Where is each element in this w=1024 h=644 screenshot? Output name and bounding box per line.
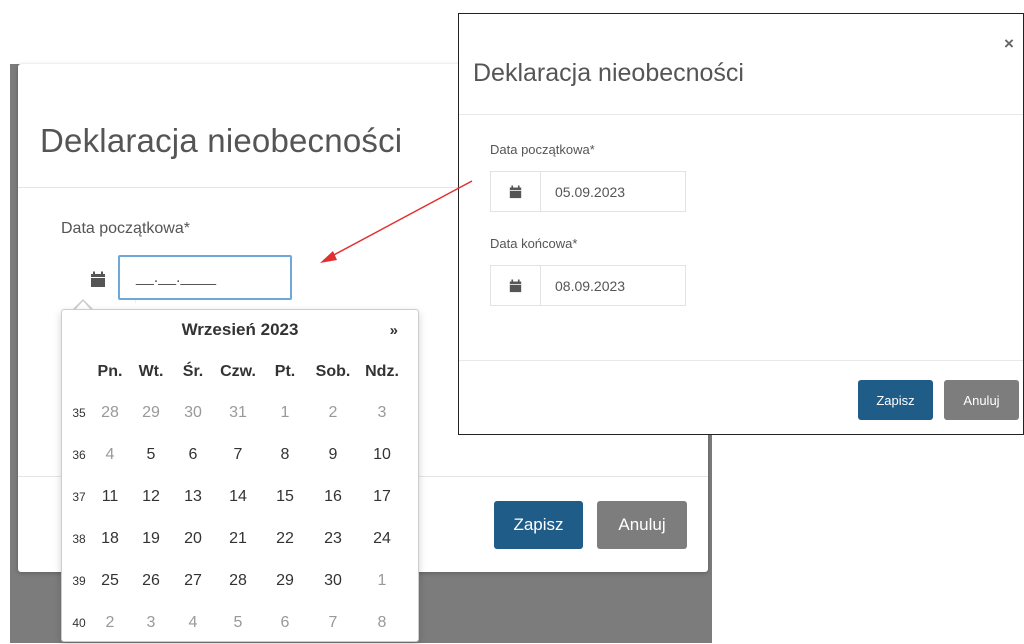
footer-divider [459,360,1023,361]
datepicker-day[interactable]: 8 [358,602,406,644]
datepicker-day[interactable]: 13 [172,476,214,518]
weekday-header: Ndz. [365,363,399,380]
week-number: 39 [72,574,86,588]
datepicker-day[interactable]: 16 [308,476,358,518]
weekday-header: Wt. [138,363,164,380]
end-date-label: Data końcowa* [490,236,578,251]
weekday-header: Sob. [315,363,351,380]
start-date-label: Data początkowa* [61,220,190,237]
datepicker-popup: Wrzesień 2023 » Pn. Wt. Śr. Czw. Pt. Sob… [61,309,419,642]
datepicker-day[interactable]: 9 [308,434,358,476]
modal-title: Deklaracja nieobecności [40,122,403,159]
datepicker-month-label[interactable]: Wrzesień 2023 [62,320,418,340]
start-date-input[interactable]: 05.09.2023 [541,172,685,211]
datepicker-day[interactable]: 18 [90,518,130,560]
datepicker-day[interactable]: 30 [172,392,214,434]
datepicker-day[interactable]: 2 [90,602,130,644]
datepicker-day[interactable]: 31 [214,392,262,434]
save-button[interactable]: Zapisz [494,501,583,549]
weekday-header: Czw. [220,363,256,380]
datepicker-day[interactable]: 4 [172,602,214,644]
datepicker-day[interactable]: 8 [262,434,308,476]
datepicker-day[interactable]: 14 [214,476,262,518]
week-number: 40 [72,616,86,630]
datepicker-day[interactable]: 7 [214,434,262,476]
datepicker-week-row: 39 25 26 27 28 29 30 1 [68,560,406,602]
absence-modal-filled: Deklaracja nieobecności × Data początkow… [458,13,1024,435]
datepicker-day[interactable]: 23 [308,518,358,560]
week-number: 38 [72,532,86,546]
datepicker-day[interactable]: 19 [130,518,172,560]
datepicker-day[interactable]: 20 [172,518,214,560]
datepicker-day[interactable]: 28 [214,560,262,602]
calendar-icon [509,185,522,198]
datepicker-day[interactable]: 10 [358,434,406,476]
datepicker-day[interactable]: 25 [90,560,130,602]
datepicker-week-row: 36 4 5 6 7 8 9 10 [68,434,406,476]
datepicker-day[interactable]: 4 [90,434,130,476]
modal-title: Deklaracja nieobecności [473,59,744,87]
datepicker-week-row: 37 11 12 13 14 15 16 17 [68,476,406,518]
datepicker-grid: Pn. Wt. Śr. Czw. Pt. Sob. Ndz. 35 28 29 30 3… [68,352,406,644]
datepicker-day[interactable]: 7 [308,602,358,644]
datepicker-day[interactable]: 1 [262,392,308,434]
datepicker-days: 35 28 29 30 31 1 2 3 36 4 5 6 7 8 9 10 37 11 12 13 14 15 16 17 3… [68,392,406,644]
datepicker-week-row: 35 28 29 30 31 1 2 3 [68,392,406,434]
end-date-field: 08.09.2023 [490,265,686,306]
datepicker-day[interactable]: 2 [308,392,358,434]
close-icon[interactable]: × [1004,34,1014,54]
datepicker-day[interactable]: 17 [358,476,406,518]
end-date-input[interactable]: 08.09.2023 [541,266,685,305]
datepicker-day[interactable]: 5 [130,434,172,476]
datepicker-day[interactable]: 12 [130,476,172,518]
datepicker-day[interactable]: 11 [90,476,130,518]
weekday-header: Pt. [274,363,296,380]
datepicker-week-row: 38 18 19 20 21 22 23 24 [68,518,406,560]
datepicker-day[interactable]: 21 [214,518,262,560]
calendar-icon [91,271,105,287]
datepicker-day[interactable]: 30 [308,560,358,602]
datepicker-day[interactable]: 22 [262,518,308,560]
start-date-field: 05.09.2023 [490,171,686,212]
week-number: 37 [72,490,86,504]
start-date-input[interactable]: __.__.____ [118,255,292,300]
datepicker-day[interactable]: 6 [172,434,214,476]
datepicker-day[interactable]: 3 [358,392,406,434]
datepicker-next-button[interactable]: » [390,322,398,339]
datepicker-day[interactable]: 26 [130,560,172,602]
datepicker-day[interactable]: 3 [130,602,172,644]
weekday-header: Śr. [182,363,204,380]
datepicker-day[interactable]: 5 [214,602,262,644]
start-date-label: Data początkowa* [490,142,595,157]
datepicker-day[interactable]: 15 [262,476,308,518]
datepicker-day[interactable]: 1 [358,560,406,602]
datepicker-day[interactable]: 28 [90,392,130,434]
datepicker-day[interactable]: 29 [130,392,172,434]
weekday-header: Pn. [97,363,123,380]
cancel-button[interactable]: Anuluj [944,380,1019,420]
datepicker-day[interactable]: 24 [358,518,406,560]
start-date-calendar-button[interactable] [491,172,541,211]
cancel-button[interactable]: Anuluj [597,501,687,549]
calendar-icon [509,279,522,292]
datepicker-day[interactable]: 27 [172,560,214,602]
end-date-calendar-button[interactable] [491,266,541,305]
datepicker-day[interactable]: 6 [262,602,308,644]
datepicker-day[interactable]: 29 [262,560,308,602]
week-number: 36 [72,448,86,462]
save-button[interactable]: Zapisz [858,380,933,420]
week-number-header [68,352,90,392]
week-number: 35 [72,406,86,420]
datepicker-week-row: 40 2 3 4 5 6 7 8 [68,602,406,644]
header-divider [459,114,1023,115]
